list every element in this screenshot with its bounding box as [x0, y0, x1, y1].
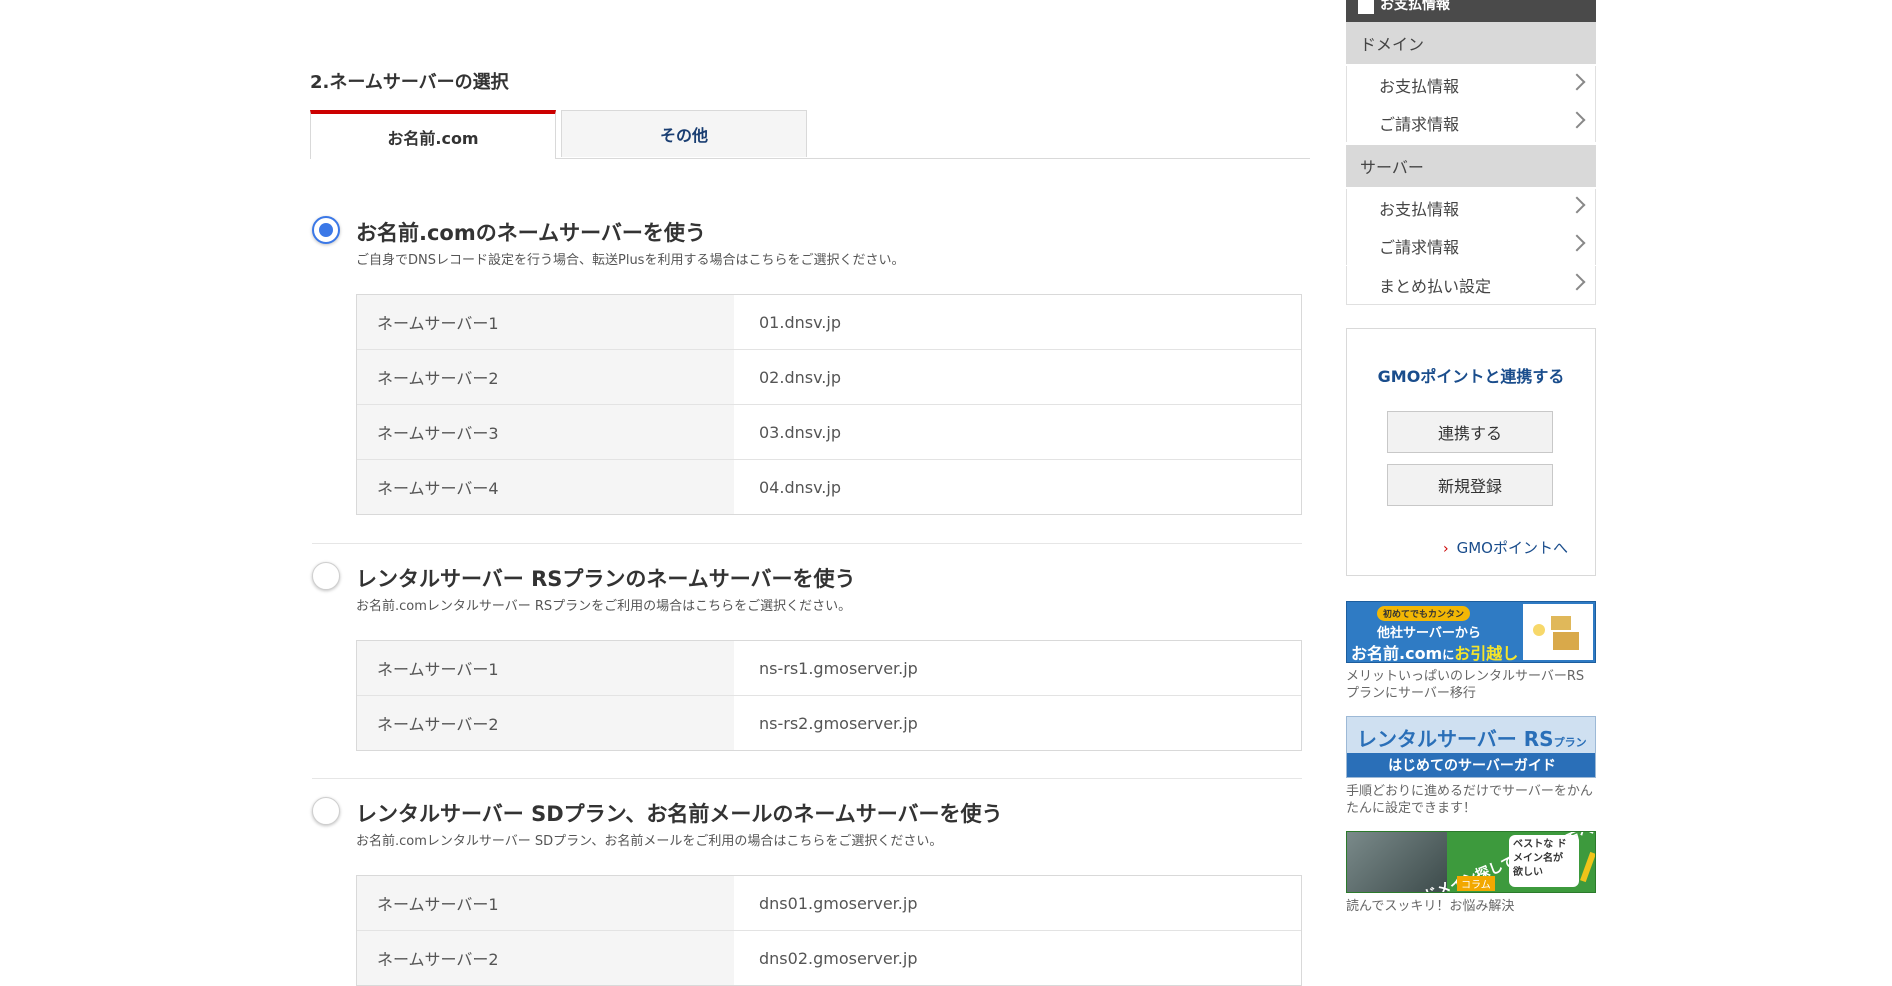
main-content: 2.ネームサーバーの選択 お名前.com その他 お名前.comのネームサーバー…	[0, 0, 1320, 986]
option-description: お名前.comレンタルサーバー SDプラン、お名前メールをご利用の場合はこちらを…	[356, 834, 943, 849]
option-title: お名前.comのネームサーバーを使う	[356, 221, 706, 245]
divider	[312, 543, 1302, 544]
gmo-point-link[interactable]: › GMOポイントへ	[1443, 537, 1568, 558]
chevron-right-icon: ›	[1443, 541, 1449, 557]
banner-highlight: お引越し	[1454, 644, 1519, 663]
ns-label: ネームサーバー1	[357, 295, 734, 349]
ns-label: ネームサーバー2	[357, 931, 734, 985]
ns-label: ネームサーバー4	[357, 460, 734, 514]
sidebar-category-server: サーバー	[1346, 145, 1596, 187]
nameserver-table: ネームサーバー1 01.dnsv.jp ネームサーバー2 02.dnsv.jp …	[356, 294, 1302, 515]
section-title: 2.ネームサーバーの選択	[310, 72, 509, 93]
ns-value: 03.dnsv.jp	[759, 422, 841, 442]
sidebar-item-domain-payment[interactable]: お支払情報	[1346, 66, 1596, 104]
option-title: レンタルサーバー RSプランのネームサーバーを使う	[356, 567, 856, 591]
sidebar-item-server-payment[interactable]: お支払情報	[1346, 189, 1596, 227]
sidebar-header-label: お支払情報	[1380, 0, 1450, 13]
banner-domain-column[interactable]: ドメイン探しでお困りの方へ！ コラム ベストな ドメイン名が 欲しい	[1346, 831, 1596, 893]
nameserver-table: ネームサーバー1 dns01.gmoserver.jp ネームサーバー2 dns…	[356, 875, 1302, 986]
ns-label: ネームサーバー2	[357, 350, 734, 404]
ns-value: 04.dnsv.jp	[759, 477, 841, 497]
radio-sd-ns[interactable]	[312, 797, 340, 825]
person-icon	[1533, 624, 1545, 636]
sidebar-item-server-billing[interactable]: ご請求情報	[1346, 227, 1596, 265]
banner-line1: レンタルサーバー RSプラン	[1357, 723, 1587, 752]
sidebar-item-label: まとめ払い設定	[1379, 277, 1492, 296]
option-description: お名前.comレンタルサーバー RSプランをご利用の場合はこちらをご選択ください…	[356, 599, 852, 614]
ns-value: dns01.gmoserver.jp	[759, 893, 918, 913]
pencil-icon	[1580, 851, 1595, 883]
sidebar-item-domain-billing[interactable]: ご請求情報	[1346, 104, 1596, 142]
gmo-point-title: GMOポイントと連携する	[1377, 367, 1565, 386]
sidebar-item-label: お支払情報	[1379, 77, 1460, 96]
chevron-right-icon	[1568, 111, 1586, 129]
chevron-right-icon	[1568, 273, 1586, 291]
radio-onamae-ns[interactable]	[312, 216, 340, 244]
gmo-point-box: GMOポイントと連携する 連携する 新規登録 › GMOポイントへ	[1346, 328, 1596, 576]
box-icon	[1553, 632, 1579, 650]
box-icon	[1551, 616, 1571, 630]
ns-value: dns02.gmoserver.jp	[759, 948, 918, 968]
table-row: ネームサーバー4 04.dnsv.jp	[357, 460, 1301, 514]
moving-illustration-icon	[1523, 604, 1593, 660]
ns-value: ns-rs2.gmoserver.jp	[759, 713, 918, 733]
ns-label: ネームサーバー1	[357, 641, 734, 695]
chevron-right-icon	[1568, 234, 1586, 252]
ns-value: ns-rs1.gmoserver.jp	[759, 658, 918, 678]
card-icon	[1358, 0, 1374, 14]
banner-tag: 初めてでもカンタン	[1377, 606, 1471, 621]
nameserver-table: ネームサーバー1 ns-rs1.gmoserver.jp ネームサーバー2 ns…	[356, 640, 1302, 751]
banner-column-tag: コラム	[1457, 876, 1495, 891]
ns-value: 02.dnsv.jp	[759, 367, 841, 387]
option-title: レンタルサーバー SDプラン、お名前メールのネームサーバーを使う	[356, 802, 1003, 826]
chevron-right-icon	[1568, 73, 1586, 91]
ns-label: ネームサーバー3	[357, 405, 734, 459]
banner-caption: メリットいっぱいのレンタルサーバーRSプランにサーバー移行	[1346, 669, 1585, 701]
table-row: ネームサーバー1 01.dnsv.jp	[357, 295, 1301, 350]
banner-particle: に	[1442, 648, 1455, 662]
radio-rs-ns[interactable]	[312, 562, 340, 590]
banner-line1-small: プラン	[1553, 736, 1587, 749]
banner-server-migration[interactable]: 初めてでもカンタン 他社サーバーから お名前.comにお引越し	[1346, 601, 1596, 663]
gmo-point-link-label: GMOポイントへ	[1456, 539, 1568, 557]
banner-brand: お名前.com	[1351, 644, 1443, 663]
table-row: ネームサーバー1 dns01.gmoserver.jp	[357, 876, 1301, 931]
table-row: ネームサーバー2 dns02.gmoserver.jp	[357, 931, 1301, 985]
table-row: ネームサーバー3 03.dnsv.jp	[357, 405, 1301, 460]
ns-label: ネームサーバー2	[357, 696, 734, 750]
tab-other[interactable]: その他	[561, 110, 807, 157]
banner-bar: はじめてのサーバーガイド	[1347, 753, 1595, 777]
sidebar-item-bulk-payment[interactable]: まとめ払い設定	[1346, 266, 1596, 304]
banner-line1: 他社サーバーから	[1377, 626, 1481, 641]
nameserver-tabs: お名前.com その他	[310, 110, 1310, 159]
speech-bubble: ベストな ドメイン名が 欲しい	[1509, 835, 1579, 887]
banner-caption: 読んでスッキリ！お悩み解決	[1346, 899, 1515, 914]
chevron-right-icon	[1568, 196, 1586, 214]
table-row: ネームサーバー1 ns-rs1.gmoserver.jp	[357, 641, 1301, 696]
tab-onamae[interactable]: お名前.com	[310, 110, 556, 159]
option-description: ご自身でDNSレコード設定を行う場合、転送Plusを利用する場合はこちらをご選択…	[356, 253, 905, 268]
sidebar-category-domain: ドメイン	[1346, 22, 1596, 64]
sidebar-header: お支払情報	[1346, 0, 1596, 22]
divider	[312, 778, 1302, 779]
sidebar-item-label: ご請求情報	[1379, 115, 1460, 134]
sidebar-item-label: ご請求情報	[1379, 238, 1460, 257]
banner-line1-main: レンタルサーバー RS	[1357, 727, 1554, 751]
sidebar-item-label: お支払情報	[1379, 200, 1460, 219]
gmo-register-button[interactable]: 新規登録	[1387, 464, 1553, 506]
gmo-link-button[interactable]: 連携する	[1387, 411, 1553, 453]
ns-label: ネームサーバー1	[357, 876, 734, 930]
table-row: ネームサーバー2 02.dnsv.jp	[357, 350, 1301, 405]
ns-value: 01.dnsv.jp	[759, 312, 841, 332]
banner-caption: 手順どおりに進めるだけでサーバーをかんたんに設定できます！	[1346, 784, 1593, 816]
divider	[1346, 304, 1596, 305]
table-row: ネームサーバー2 ns-rs2.gmoserver.jp	[357, 696, 1301, 750]
banner-server-guide[interactable]: レンタルサーバー RSプラン はじめてのサーバーガイド	[1346, 716, 1596, 778]
banner-line2: お名前.comにお引越し	[1351, 640, 1519, 663]
